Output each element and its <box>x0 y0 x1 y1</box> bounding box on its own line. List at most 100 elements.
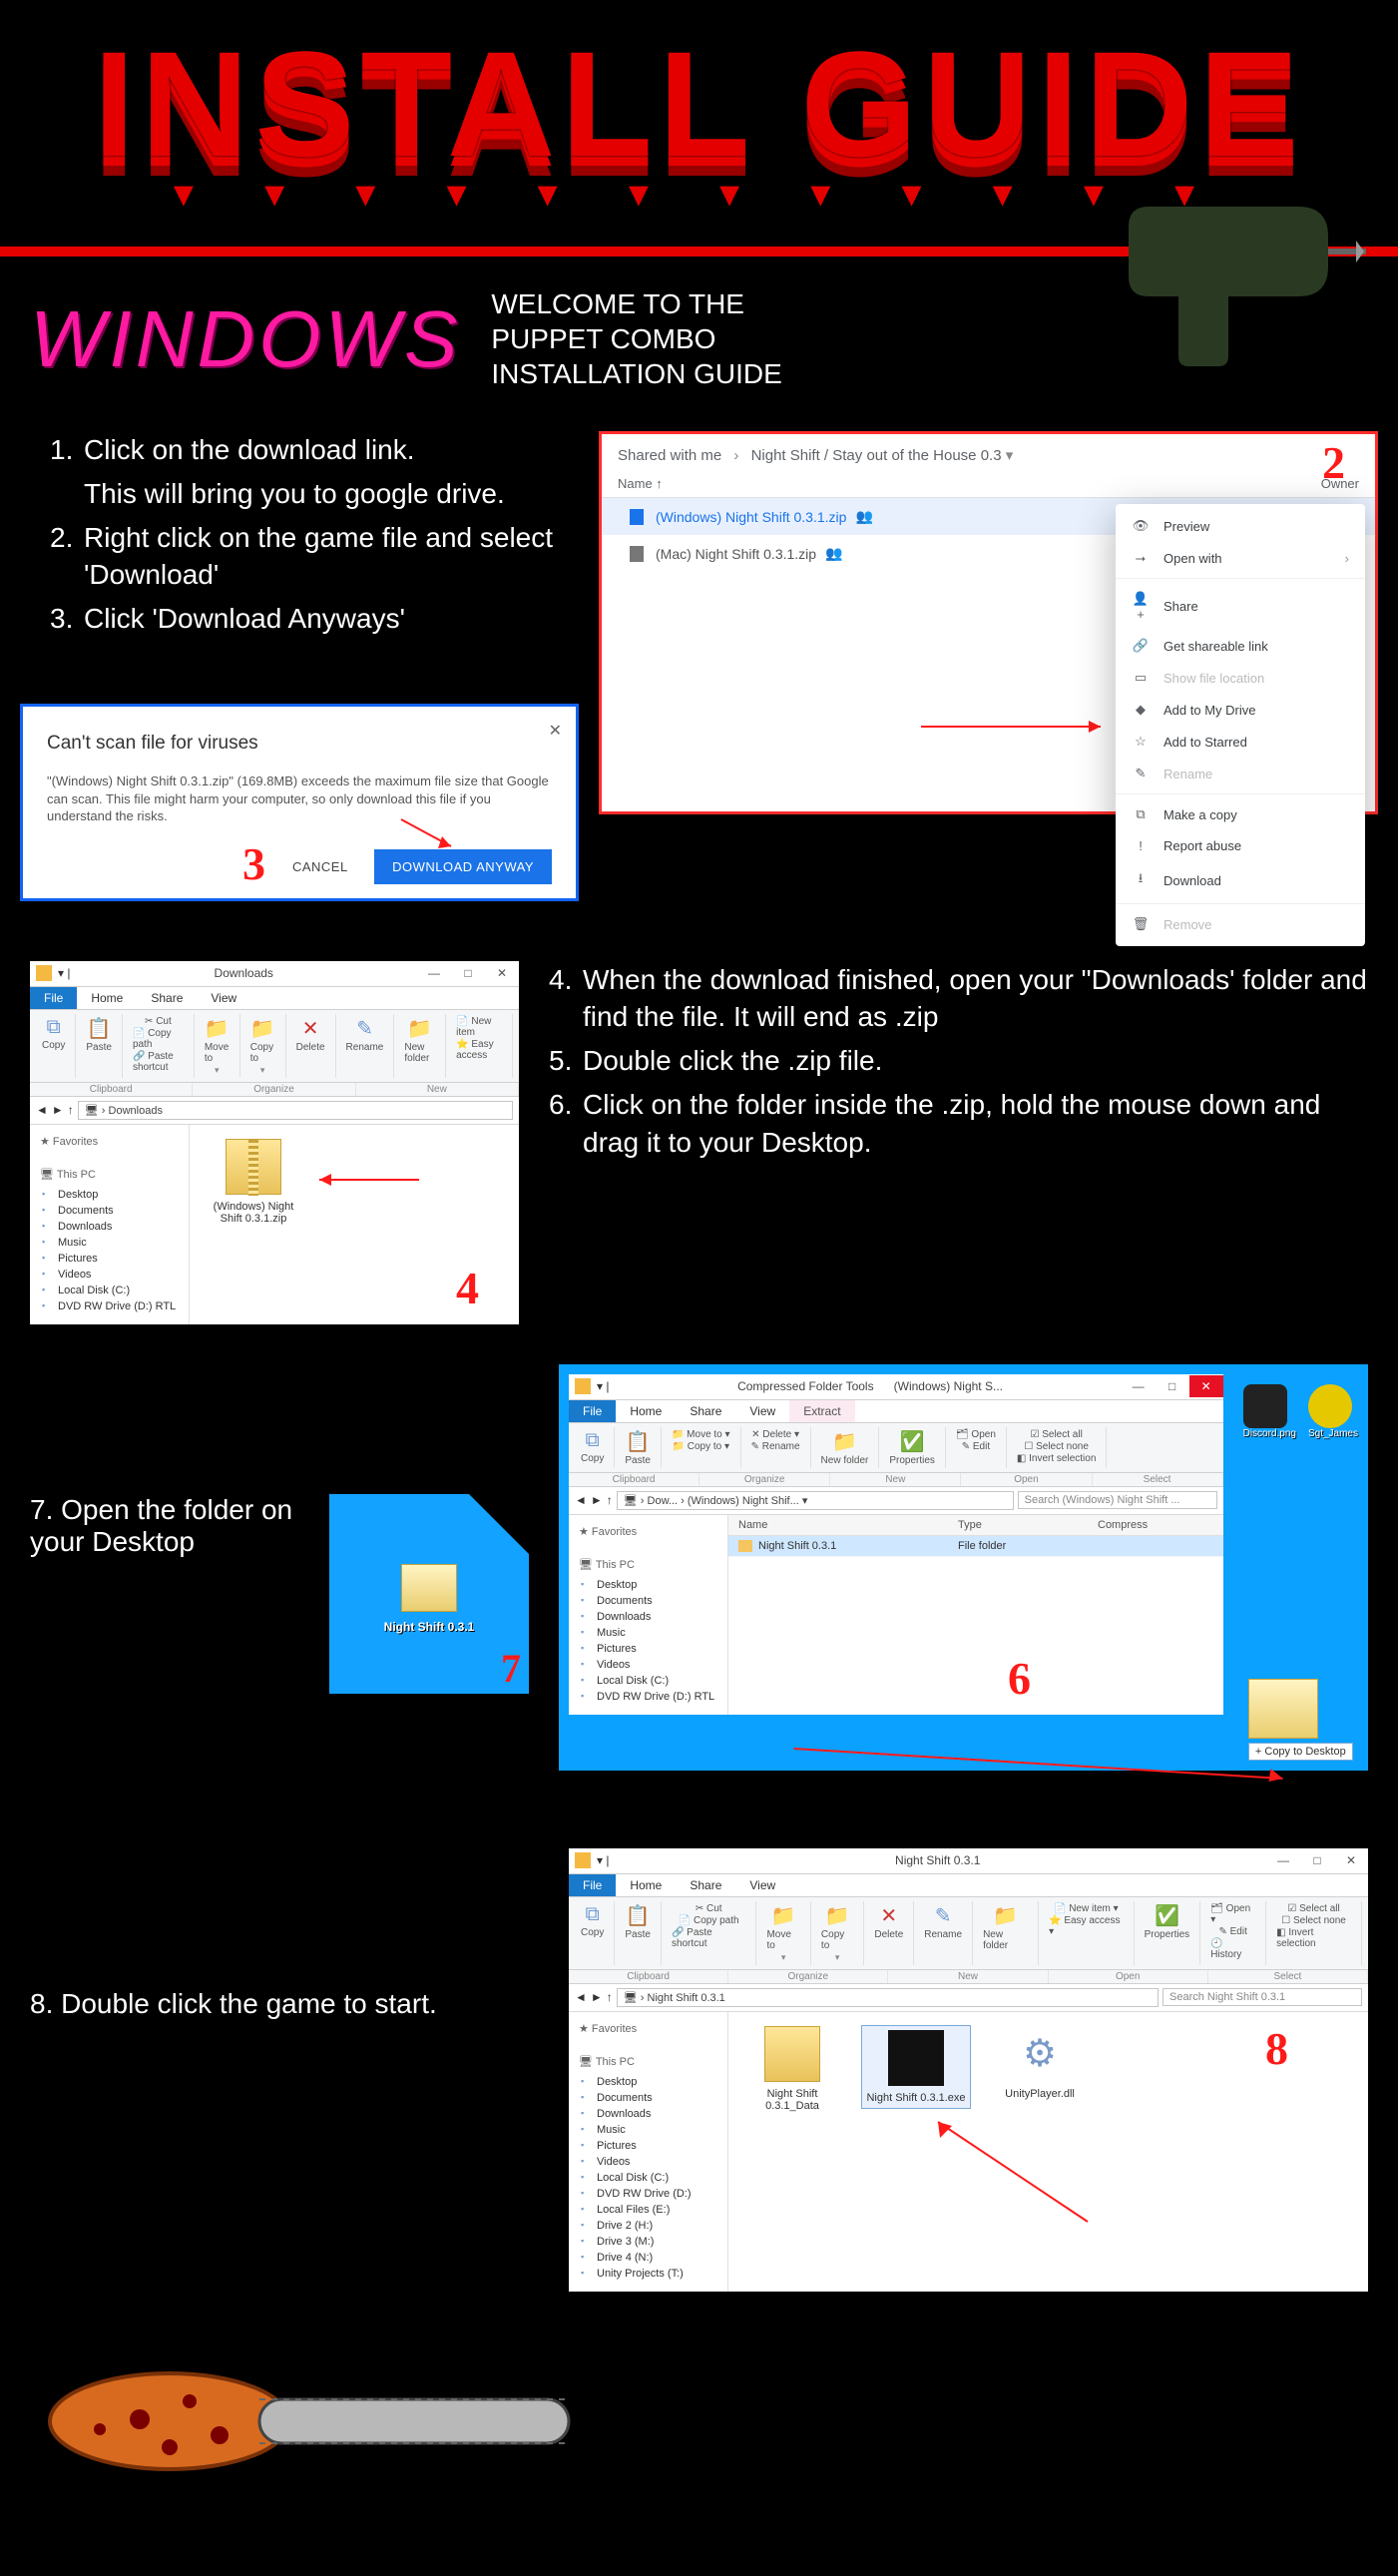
properties-icon[interactable]: ✅ <box>900 1429 925 1454</box>
move-to-button[interactable]: 📁 Move to ▾ <box>672 1429 730 1440</box>
new-folder-icon[interactable]: 📁 <box>407 1016 432 1041</box>
menu-make-copy[interactable]: ⧉Make a copy <box>1116 798 1365 830</box>
up-button[interactable]: ↑ <box>607 1493 613 1507</box>
tree-item[interactable]: Local Files (E:) <box>579 2202 721 2218</box>
invert-selection-button[interactable]: ◧ Invert selection <box>1276 1927 1351 1949</box>
tab-share[interactable]: Share <box>676 1400 735 1422</box>
open-button[interactable]: 🗂 Open <box>956 1429 996 1440</box>
tree-item[interactable]: Downloads <box>40 1219 183 1235</box>
easy-access-button[interactable]: ⭐ Easy access ▾ <box>1049 1915 1124 1937</box>
copy-path-button[interactable]: 📄 Copy path <box>679 1915 739 1926</box>
breadcrumb[interactable]: Shared with me <box>618 447 721 464</box>
download-anyway-button[interactable]: DOWNLOAD ANYWAY <box>374 849 552 884</box>
tree-item[interactable]: Local Disk (C:) <box>579 2170 721 2186</box>
move-to-icon[interactable]: 📁 <box>771 1903 796 1928</box>
tab-home[interactable]: Home <box>77 987 137 1009</box>
tab-view[interactable]: View <box>197 987 250 1009</box>
menu-add-my-drive[interactable]: ◆Add to My Drive <box>1116 694 1365 726</box>
tree-item[interactable]: Pictures <box>40 1251 183 1267</box>
new-item-button[interactable]: 📄 New item ▾ <box>1054 1903 1119 1914</box>
address-bar[interactable]: 🖥 › Downloads <box>78 1101 513 1120</box>
forward-button[interactable]: ► <box>591 1493 603 1507</box>
desktop-icon[interactable]: Discord.png <box>1243 1384 1296 1439</box>
dll-item[interactable]: ⚙ UnityPlayer.dll <box>990 2026 1090 2100</box>
copy-path-button[interactable]: 📄 Copy path <box>133 1028 184 1050</box>
address-bar[interactable]: 🖥 › Dow... › (Windows) Night Shif... ▾ <box>617 1491 1014 1510</box>
tab-extract[interactable]: Extract <box>789 1400 854 1422</box>
menu-preview[interactable]: 👁Preview <box>1116 510 1365 542</box>
address-bar[interactable]: 🖥 › Night Shift 0.3.1 <box>617 1988 1159 2007</box>
tree-item[interactable]: Music <box>579 2122 721 2138</box>
open-button[interactable]: 🗂 Open ▾ <box>1210 1903 1255 1925</box>
edit-button[interactable]: ✎ Edit <box>962 1441 990 1452</box>
back-button[interactable]: ◄ <box>575 1493 587 1507</box>
paste-icon[interactable]: 📋 <box>87 1016 112 1041</box>
up-button[interactable]: ↑ <box>68 1103 74 1117</box>
cut-button[interactable]: ✂ Cut <box>696 1903 722 1914</box>
menu-share[interactable]: 👤+Share <box>1116 583 1365 630</box>
game-exe-item[interactable]: Night Shift 0.3.1.exe <box>862 2026 970 2108</box>
zip-file-item[interactable]: (Windows) Night Shift 0.3.1.zip <box>204 1139 303 1225</box>
maximize-button[interactable]: □ <box>451 962 485 984</box>
tree-item[interactable]: Local Disk (C:) <box>40 1283 183 1298</box>
forward-button[interactable]: ► <box>591 1990 603 2004</box>
select-none-button[interactable]: ☐ Select none <box>1281 1915 1346 1926</box>
tree-item[interactable]: Downloads <box>579 1609 721 1625</box>
search-input[interactable]: Search (Windows) Night Shift ... <box>1018 1491 1217 1509</box>
select-all-button[interactable]: ☑ Select all <box>1287 1903 1339 1914</box>
paste-icon[interactable]: 📋 <box>626 1429 651 1454</box>
paste-shortcut-button[interactable]: 🔗 Paste shortcut <box>133 1051 184 1073</box>
tree-item[interactable]: Downloads <box>579 2106 721 2122</box>
tree-item[interactable]: Desktop <box>579 2074 721 2090</box>
tree-item[interactable]: Pictures <box>579 2138 721 2154</box>
close-button[interactable]: ✕ <box>1189 1375 1223 1397</box>
folder-row-selected[interactable]: Night Shift 0.3.1 File folder <box>728 1536 1223 1557</box>
back-button[interactable]: ◄ <box>575 1990 587 2004</box>
tree-item[interactable]: Documents <box>579 2090 721 2106</box>
tree-item[interactable]: Documents <box>579 1593 721 1609</box>
paste-icon[interactable]: 📋 <box>626 1903 651 1928</box>
tree-item[interactable]: Videos <box>40 1267 183 1283</box>
search-input[interactable]: Search Night Shift 0.3.1 <box>1163 1988 1362 2006</box>
tree-item[interactable]: Videos <box>579 2154 721 2170</box>
tab-view[interactable]: View <box>735 1874 789 1896</box>
tree-item[interactable]: Drive 4 (N:) <box>579 2250 721 2266</box>
tab-share[interactable]: Share <box>676 1874 735 1896</box>
tab-file[interactable]: File <box>569 1400 616 1422</box>
rename-icon[interactable]: ✎ <box>356 1016 373 1041</box>
maximize-button[interactable]: □ <box>1300 1849 1334 1871</box>
tree-item[interactable]: Music <box>579 1625 721 1641</box>
tab-file[interactable]: File <box>569 1874 616 1896</box>
menu-download[interactable]: ⭳Download <box>1116 861 1365 899</box>
tree-item[interactable]: DVD RW Drive (D:) <box>579 2186 721 2202</box>
copy-to-icon[interactable]: 📁 <box>250 1016 275 1041</box>
tree-item[interactable]: DVD RW Drive (D:) RTL <box>579 1689 721 1705</box>
new-item-button[interactable]: 📄 New item <box>456 1016 502 1038</box>
edit-button[interactable]: ✎ Edit <box>1218 1926 1246 1937</box>
select-all-button[interactable]: ☑ Select all <box>1030 1429 1082 1440</box>
copy-icon[interactable]: ⧉ <box>586 1429 600 1452</box>
easy-access-button[interactable]: ⭐ Easy access <box>456 1039 502 1061</box>
tree-item[interactable]: Music <box>40 1235 183 1251</box>
column-header[interactable]: Name ↑ <box>618 476 1321 491</box>
copy-icon[interactable]: ⧉ <box>586 1903 600 1926</box>
forward-button[interactable]: ► <box>52 1103 64 1117</box>
back-button[interactable]: ◄ <box>36 1103 48 1117</box>
tree-item[interactable]: Desktop <box>579 1577 721 1593</box>
tab-home[interactable]: Home <box>616 1874 676 1896</box>
breadcrumb[interactable]: Night Shift / Stay out of the House 0.3 <box>751 447 1002 464</box>
tree-item[interactable]: Pictures <box>579 1641 721 1657</box>
tree-item[interactable]: Drive 3 (M:) <box>579 2234 721 2250</box>
copy-to-button[interactable]: 📁 Copy to ▾ <box>672 1441 729 1452</box>
desktop-icon[interactable]: Sgt_James <box>1308 1384 1358 1439</box>
invert-selection-button[interactable]: ◧ Invert selection <box>1017 1453 1097 1464</box>
minimize-button[interactable]: — <box>1122 1375 1156 1397</box>
cancel-button[interactable]: CANCEL <box>292 859 348 874</box>
close-icon[interactable]: ✕ <box>549 721 562 741</box>
new-folder-icon[interactable]: 📁 <box>993 1903 1018 1928</box>
close-button[interactable]: ✕ <box>485 962 519 984</box>
tree-item[interactable]: Drive 2 (H:) <box>579 2218 721 2234</box>
minimize-button[interactable]: — <box>417 962 451 984</box>
properties-icon[interactable]: ✅ <box>1155 1903 1179 1928</box>
up-button[interactable]: ↑ <box>607 1990 613 2004</box>
